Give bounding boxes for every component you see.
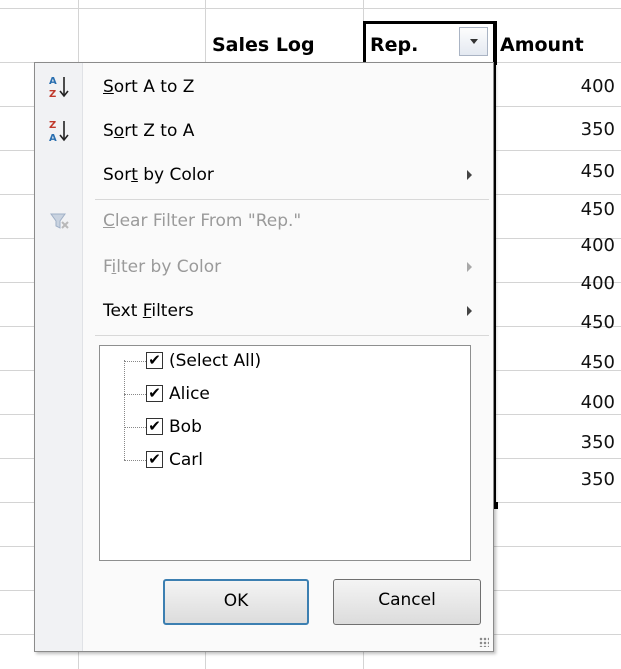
amount-cell[interactable]: 450 xyxy=(495,193,615,227)
clear-filter-icon xyxy=(45,207,73,235)
tree-connector xyxy=(124,361,146,362)
checkbox-carl[interactable]: ✔ xyxy=(146,451,163,468)
checkbox-select-all[interactable]: ✔ xyxy=(146,352,163,369)
autofilter-menu: A Z Sort A to Z Z A Sort Z to A Sort by … xyxy=(34,62,494,652)
menu-item-sort-a-to-z[interactable]: A Z Sort A to Z xyxy=(35,67,493,107)
amount-cell[interactable]: 450 xyxy=(495,306,615,340)
menu-item-text-filters[interactable]: Text Filters xyxy=(35,291,493,331)
list-item-label: Alice xyxy=(169,384,210,404)
menu-icon-gutter xyxy=(35,63,83,651)
amount-cell[interactable]: 400 xyxy=(495,267,615,301)
tree-connector xyxy=(124,460,146,461)
amount-cell[interactable]: 350 xyxy=(495,426,615,460)
sort-ascending-icon: A Z xyxy=(45,73,73,101)
header-amount: Amount xyxy=(500,34,584,56)
amount-cell[interactable]: 450 xyxy=(495,346,615,380)
menu-item-sort-z-to-a[interactable]: Z A Sort Z to A xyxy=(35,111,493,151)
list-item-label: Carl xyxy=(169,450,203,470)
submenu-arrow-icon xyxy=(467,170,472,180)
menu-item-label: Sort Z to A xyxy=(103,121,195,141)
menu-item-clear-filter: Clear Filter From "Rep." xyxy=(35,201,493,241)
menu-item-label: Text Filters xyxy=(103,301,194,321)
menu-item-label: Filter by Color xyxy=(103,257,222,277)
dropdown-arrow-icon xyxy=(470,39,478,44)
ok-button[interactable]: OK xyxy=(163,579,309,625)
tree-connector xyxy=(124,394,146,395)
menu-separator xyxy=(95,335,489,336)
header-sales-log: Sales Log xyxy=(212,34,315,56)
tree-connector xyxy=(124,360,125,460)
amount-cell[interactable]: 400 xyxy=(495,229,615,263)
menu-item-label: Sort by Color xyxy=(103,165,214,185)
menu-item-label: Clear Filter From "Rep." xyxy=(103,211,302,231)
amount-cell[interactable]: 400 xyxy=(495,70,615,104)
tree-connector xyxy=(124,427,146,428)
filter-dropdown-button[interactable] xyxy=(459,27,488,56)
checkbox-alice[interactable]: ✔ xyxy=(146,385,163,402)
svg-text:Z: Z xyxy=(49,89,56,100)
cancel-button[interactable]: Cancel xyxy=(333,579,481,625)
menu-item-sort-by-color[interactable]: Sort by Color xyxy=(35,155,493,195)
checkbox-bob[interactable]: ✔ xyxy=(146,418,163,435)
grid-row-line xyxy=(0,8,621,9)
sort-descending-icon: Z A xyxy=(45,117,73,145)
svg-text:A: A xyxy=(49,76,57,87)
menu-item-label: Sort A to Z xyxy=(103,77,195,97)
amount-cell[interactable]: 450 xyxy=(495,155,615,189)
submenu-arrow-icon xyxy=(467,306,472,316)
filter-values-list[interactable]: ✔ (Select All) ✔ Alice ✔ Bob ✔ Carl xyxy=(99,345,471,561)
svg-text:Z: Z xyxy=(49,120,56,131)
list-item-label: Bob xyxy=(169,417,202,437)
amount-cell[interactable]: 350 xyxy=(495,113,615,147)
menu-item-filter-by-color: Filter by Color xyxy=(35,247,493,287)
amount-cell[interactable]: 350 xyxy=(495,463,615,497)
submenu-arrow-icon xyxy=(467,262,472,272)
resize-grip-icon[interactable] xyxy=(479,637,489,647)
menu-separator xyxy=(95,199,489,200)
svg-text:A: A xyxy=(49,133,57,144)
amount-cell[interactable]: 400 xyxy=(495,386,615,420)
header-rep: Rep. xyxy=(370,34,419,56)
list-item-label: (Select All) xyxy=(169,351,262,371)
